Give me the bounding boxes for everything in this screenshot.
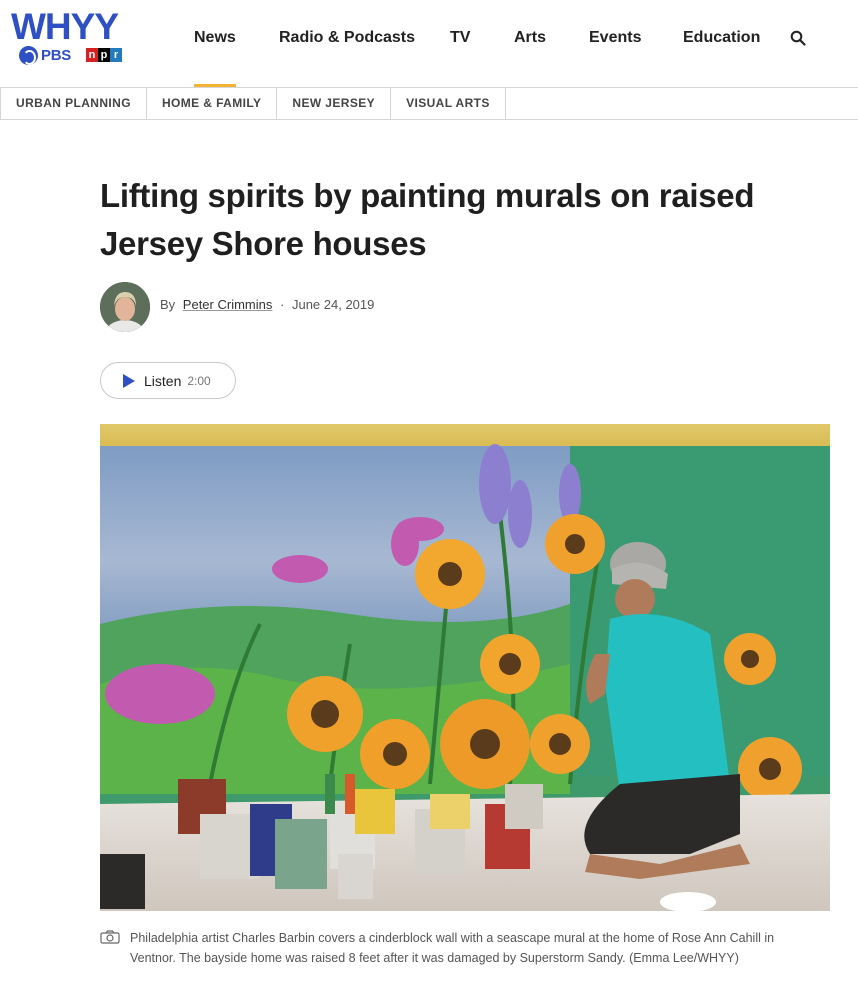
search-icon[interactable] xyxy=(790,30,806,46)
publish-date: June 24, 2019 xyxy=(291,297,375,312)
topic-tags: URBAN PLANNING HOME & FAMILY NEW JERSEY … xyxy=(0,88,858,120)
pbs-head-icon xyxy=(19,46,38,65)
nav-item-radio-podcasts[interactable]: Radio & Podcasts xyxy=(279,29,415,47)
tag-home-family[interactable]: HOME & FAMILY xyxy=(147,88,278,119)
mural-painting-image xyxy=(100,424,830,911)
tag-urban-planning[interactable]: URBAN PLANNING xyxy=(0,88,147,119)
nav-item-events[interactable]: Events xyxy=(589,29,641,47)
npr-logo: n p r xyxy=(86,48,122,62)
nav-item-tv[interactable]: TV xyxy=(450,29,470,47)
camera-icon xyxy=(100,930,120,944)
site-header: WHYY PBS n p r News Radio & Podcasts TV … xyxy=(0,0,858,88)
author-photo xyxy=(100,282,150,332)
author-avatar[interactable] xyxy=(100,282,150,332)
npr-letter-r: r xyxy=(110,48,122,62)
listen-duration: 2:00 xyxy=(187,373,211,388)
pbs-logo: PBS xyxy=(19,46,71,65)
whyy-logo[interactable]: WHYY PBS n p r xyxy=(11,8,141,70)
npr-letter-p: p xyxy=(98,48,110,62)
tag-visual-arts[interactable]: VISUAL ARTS xyxy=(391,88,506,119)
caption-text: Philadelphia artist Charles Barbin cover… xyxy=(130,931,775,965)
active-nav-indicator xyxy=(194,84,236,87)
author-link[interactable]: Peter Crimmins xyxy=(183,297,273,312)
nav-item-education[interactable]: Education xyxy=(683,29,760,47)
logo-wordmark: WHYY xyxy=(11,6,119,47)
npr-letter-n: n xyxy=(86,48,98,62)
byline: By Peter Crimmins · June 24, 2019 xyxy=(160,297,374,312)
byline-separator: · xyxy=(280,297,285,312)
listen-button[interactable]: Listen 2:00 xyxy=(100,362,236,399)
photo-caption: Philadelphia artist Charles Barbin cover… xyxy=(100,928,820,968)
listen-label: Listen xyxy=(144,372,182,389)
nav-item-news[interactable]: News xyxy=(194,29,236,47)
byline-prefix: By xyxy=(160,297,176,312)
play-icon xyxy=(123,373,135,388)
article-title: Lifting spirits by painting murals on ra… xyxy=(100,177,755,262)
lead-photo[interactable] xyxy=(100,424,830,911)
pbs-label: PBS xyxy=(41,47,71,64)
tag-new-jersey[interactable]: NEW JERSEY xyxy=(277,88,392,119)
nav-item-arts[interactable]: Arts xyxy=(514,29,546,47)
